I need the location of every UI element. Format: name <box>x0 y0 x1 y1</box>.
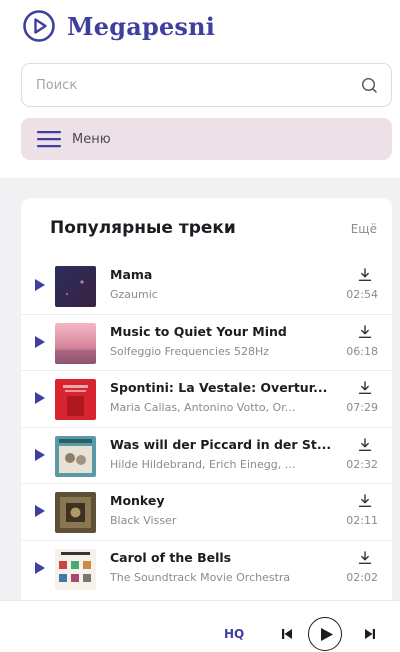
track-row[interactable]: Spontini: La Vestale: Overtur... Maria C… <box>21 371 392 428</box>
section-title: Популярные треки <box>50 218 236 238</box>
menu-button[interactable]: Меню <box>21 118 392 160</box>
play-button[interactable] <box>308 617 342 651</box>
play-icon[interactable] <box>35 279 45 291</box>
logo[interactable]: Megapesni <box>22 8 215 44</box>
track-cover <box>55 435 96 477</box>
track-title[interactable]: Was will der Piccard in der St... <box>110 437 332 452</box>
track-row[interactable]: Monkey Black Visser 02:11 <box>21 484 392 541</box>
track-cover <box>55 492 96 533</box>
play-icon[interactable] <box>35 335 45 348</box>
play-icon[interactable] <box>35 392 45 404</box>
download-icon[interactable] <box>358 324 372 339</box>
track-artist[interactable]: Maria Callas, Antonino Votto, Or... <box>110 401 332 414</box>
download-icon[interactable] <box>358 550 372 565</box>
popular-tracks-card: Популярные треки Ещё Mama Gzaumic 02:54 … <box>21 198 392 652</box>
track-title[interactable]: Carol of the Bells <box>110 550 332 565</box>
search-box <box>21 63 392 107</box>
download-icon[interactable] <box>358 381 372 395</box>
download-icon[interactable] <box>358 268 372 282</box>
search-icon[interactable] <box>361 77 378 94</box>
track-cover <box>55 379 96 420</box>
brand-name: Megapesni <box>67 11 216 41</box>
download-icon[interactable] <box>358 494 372 508</box>
track-artist[interactable]: The Soundtrack Movie Orchestra <box>110 571 332 584</box>
track-artist[interactable]: Solfeggio Frequencies 528Hz <box>110 345 332 358</box>
track-row[interactable]: Mama Gzaumic 02:54 <box>21 258 392 315</box>
track-title[interactable]: Mama <box>110 267 332 282</box>
track-duration: 02:02 <box>346 570 378 584</box>
track-duration: 02:54 <box>346 288 378 301</box>
download-icon[interactable] <box>358 437 372 452</box>
track-artist[interactable]: Hilde Hildebrand, Erich Einegg, ... <box>110 458 332 471</box>
track-title[interactable]: Monkey <box>110 493 332 508</box>
track-row[interactable]: Music to Quiet Your Mind Solfeggio Frequ… <box>21 315 392 371</box>
hq-toggle[interactable]: HQ <box>224 627 244 641</box>
more-link[interactable]: Ещё <box>351 222 377 236</box>
track-title[interactable]: Music to Quiet Your Mind <box>110 324 332 339</box>
play-icon[interactable] <box>35 505 45 517</box>
track-row[interactable]: Carol of the Bells The Soundtrack Movie … <box>21 541 392 598</box>
hamburger-icon <box>37 131 61 148</box>
track-row[interactable]: Was will der Piccard in der St... Hilde … <box>21 428 392 484</box>
track-duration: 06:18 <box>346 344 378 358</box>
play-icon[interactable] <box>35 448 45 461</box>
track-artist[interactable]: Black Visser <box>110 514 332 527</box>
menu-label: Меню <box>72 131 111 147</box>
track-title[interactable]: Spontini: La Vestale: Overtur... <box>110 380 332 395</box>
play-circle-icon <box>23 10 55 42</box>
header-area: Megapesni Меню <box>0 0 400 178</box>
track-artist[interactable]: Gzaumic <box>110 288 332 301</box>
track-duration: 02:32 <box>346 457 378 471</box>
track-cover <box>55 548 96 590</box>
search-input[interactable] <box>36 64 336 106</box>
player-bar: HQ <box>0 600 400 652</box>
track-cover <box>55 266 96 307</box>
play-icon[interactable] <box>35 561 45 574</box>
track-list: Mama Gzaumic 02:54 Music to Quiet Your M… <box>21 258 392 597</box>
track-duration: 02:11 <box>346 514 378 527</box>
play-icon <box>321 628 333 641</box>
track-cover <box>55 322 96 364</box>
skip-previous-icon[interactable] <box>281 628 293 640</box>
track-duration: 07:29 <box>346 401 378 414</box>
skip-next-icon[interactable] <box>364 628 376 640</box>
